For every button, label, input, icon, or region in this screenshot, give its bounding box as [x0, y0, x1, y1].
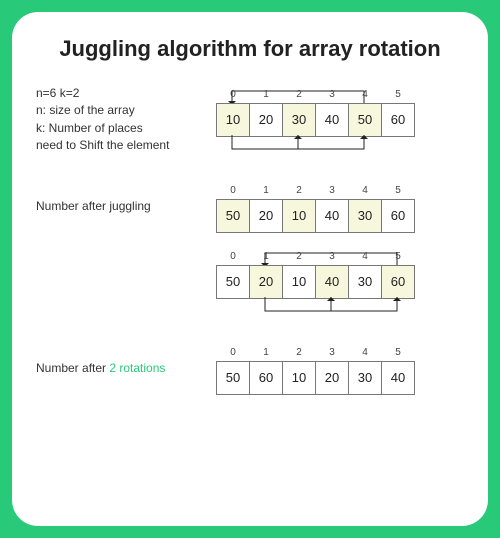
index-label: 5 [382, 347, 414, 358]
step-description: Number after 2 rotations [36, 360, 216, 377]
array-row: 500201102403304605 [216, 265, 415, 299]
array-block: 500601102203304405 [216, 343, 415, 395]
index-label: 2 [283, 185, 315, 196]
page-title: Juggling algorithm for array rotation [36, 36, 464, 63]
array-cell: 201 [249, 199, 283, 233]
array-cell: 102 [282, 361, 316, 395]
index-label: 1 [250, 347, 282, 358]
index-label: 3 [316, 185, 348, 196]
step-panel: n=6 k=2n: size of the arrayk: Number of … [36, 85, 464, 155]
index-label: 5 [382, 251, 414, 262]
array-cell: 504 [348, 103, 382, 137]
array-cell: 304 [348, 265, 382, 299]
index-label: 5 [382, 185, 414, 196]
array-cell: 605 [381, 199, 415, 233]
array-cell: 100 [216, 103, 250, 137]
array-cell: 601 [249, 361, 283, 395]
index-label: 1 [250, 89, 282, 100]
index-label: 0 [217, 185, 249, 196]
index-label: 0 [217, 251, 249, 262]
index-label: 2 [283, 347, 315, 358]
index-label: 0 [217, 89, 249, 100]
array-cell: 500 [216, 361, 250, 395]
step-panel: 500201102403304605 [36, 247, 464, 317]
array-cell: 500 [216, 199, 250, 233]
index-label: 3 [316, 89, 348, 100]
index-label: 4 [349, 89, 381, 100]
array-block: 500201102403304605 [216, 181, 415, 233]
array-cell: 605 [381, 103, 415, 137]
array-cell: 102 [282, 199, 316, 233]
step-panel: Number after 2 rotations5006011022033044… [36, 343, 464, 395]
array-row: 100201302403504605 [216, 103, 415, 137]
index-label: 5 [382, 89, 414, 100]
index-label: 4 [349, 185, 381, 196]
array-cell: 203 [315, 361, 349, 395]
index-label: 4 [349, 251, 381, 262]
array-block: 500201102403304605 [216, 247, 415, 317]
array-cell: 405 [381, 361, 415, 395]
step-panel: Number after juggling500201102403304605 [36, 181, 464, 233]
card: Juggling algorithm for array rotation n=… [12, 12, 488, 526]
index-label: 3 [316, 347, 348, 358]
panels-container: n=6 k=2n: size of the arrayk: Number of … [36, 85, 464, 395]
bottom-arrows [215, 135, 425, 155]
array-cell: 403 [315, 265, 349, 299]
array-cell: 304 [348, 361, 382, 395]
array-row: 500601102203304405 [216, 361, 415, 395]
array-block: 100201302403504605 [216, 85, 415, 155]
array-cell: 201 [249, 103, 283, 137]
index-label: 2 [283, 251, 315, 262]
array-cell: 102 [282, 265, 316, 299]
array-cell: 302 [282, 103, 316, 137]
index-label: 1 [250, 185, 282, 196]
index-label: 4 [349, 347, 381, 358]
index-label: 1 [250, 251, 282, 262]
array-cell: 605 [381, 265, 415, 299]
array-cell: 500 [216, 265, 250, 299]
step-description: Number after juggling [36, 198, 216, 215]
outer-frame: Juggling algorithm for array rotation n=… [0, 0, 500, 538]
array-row: 500201102403304605 [216, 199, 415, 233]
array-cell: 304 [348, 199, 382, 233]
index-label: 0 [217, 347, 249, 358]
array-cell: 403 [315, 103, 349, 137]
array-cell: 201 [249, 265, 283, 299]
index-label: 3 [316, 251, 348, 262]
step-description: n=6 k=2n: size of the arrayk: Number of … [36, 85, 216, 155]
bottom-arrows [215, 297, 425, 317]
index-label: 2 [283, 89, 315, 100]
array-cell: 403 [315, 199, 349, 233]
